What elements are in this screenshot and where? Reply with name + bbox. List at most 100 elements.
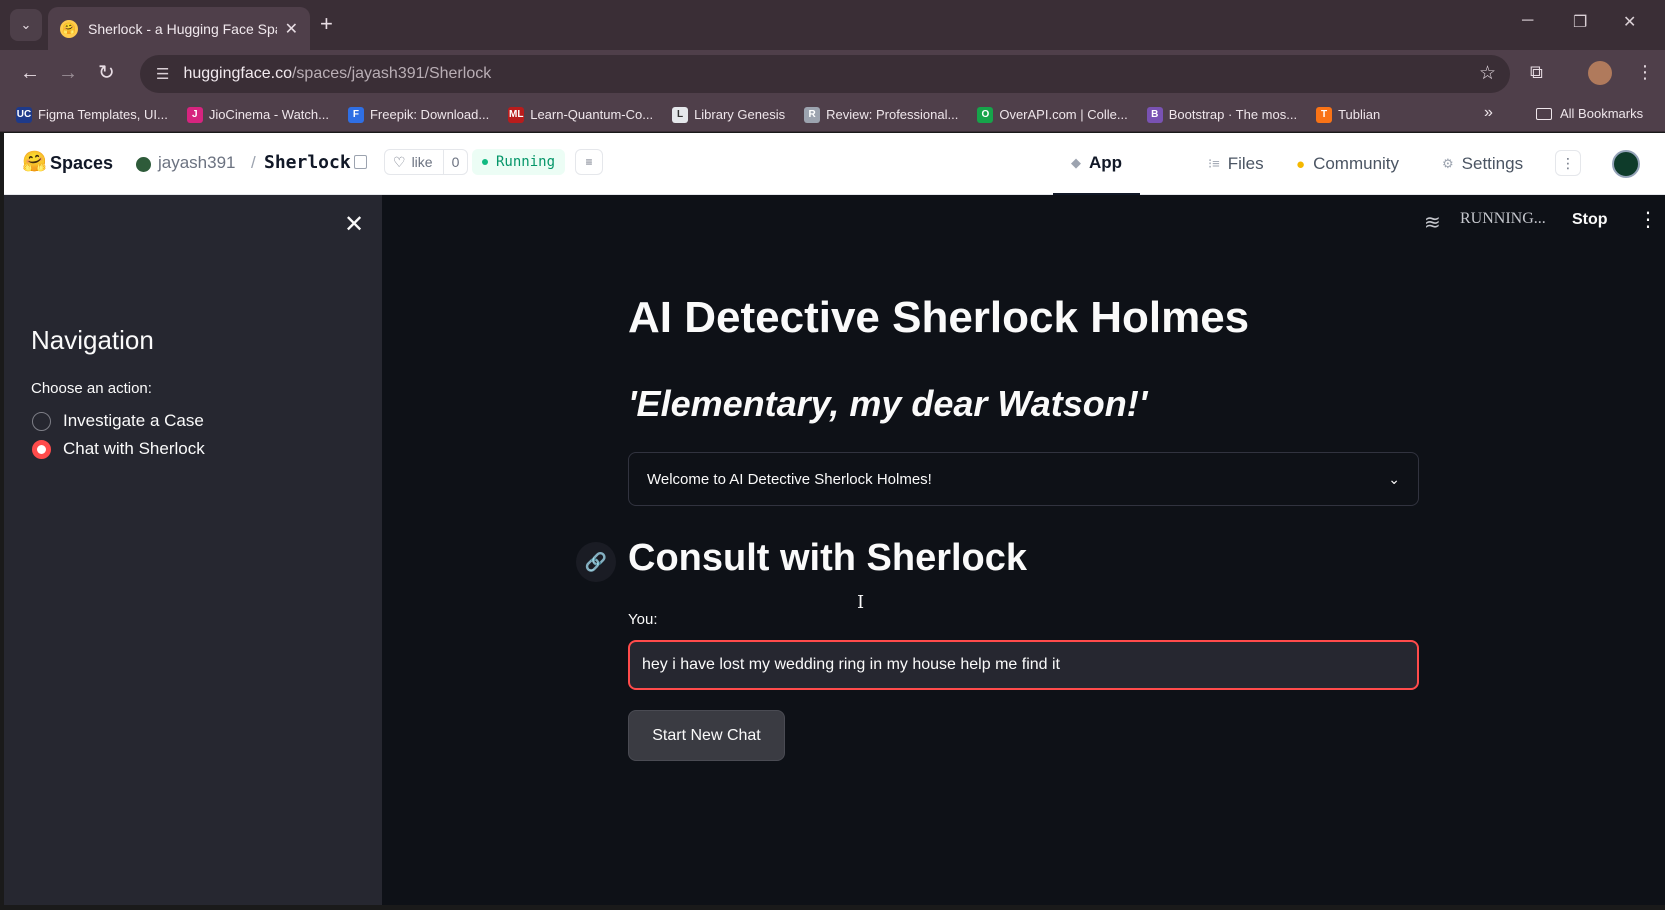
bookmark-label: Figma Templates, UI...	[38, 107, 168, 122]
input-label: You:	[628, 611, 658, 628]
bookmark-item[interactable]: L Library Genesis	[672, 106, 786, 123]
radio-chat-with-sherlock[interactable]: Chat with Sherlock	[32, 439, 205, 459]
minimize-icon[interactable]: ─	[1522, 12, 1533, 30]
link-icon[interactable]: 🔗	[576, 542, 616, 582]
bookmark-item[interactable]: UC Figma Templates, UI...	[16, 106, 168, 123]
files-icon: ⁝≡	[1208, 156, 1220, 171]
sidebar-title: Navigation	[31, 325, 154, 355]
radio-investigate-case[interactable]: Investigate a Case	[32, 411, 204, 431]
forward-icon[interactable]: →	[58, 62, 78, 84]
section-title: Consult with Sherlock	[628, 537, 1028, 579]
new-tab-button[interactable]: +	[320, 11, 333, 37]
address-bar[interactable]: ☰ huggingface.co/spaces/jayash391/Sherlo…	[140, 55, 1510, 93]
url-text: huggingface.co/spaces/jayash391/Sherlock	[183, 65, 492, 82]
bookmarks-bar: UC Figma Templates, UI... J JioCinema - Wat…	[0, 98, 1665, 132]
tab-app[interactable]: ◆ App	[1053, 133, 1141, 195]
bookmark-label: Freepik: Download...	[369, 107, 490, 122]
bookmark-item[interactable]: T Tublian	[1316, 106, 1381, 123]
folder-icon	[1536, 107, 1552, 120]
bookmark-item[interactable]: ML Learn-Quantum-Co...	[508, 106, 653, 123]
bookmark-label: Library Genesis	[694, 107, 786, 122]
running-status-text: RUNNING...	[1460, 210, 1546, 227]
bookmark-favicon-icon: ML	[508, 106, 525, 123]
profile-avatar[interactable]	[1588, 61, 1612, 85]
bookmark-favicon-icon: R	[804, 106, 821, 123]
bookmark-favicon-icon: UC	[16, 106, 32, 123]
chevron-down-icon: ⌄	[1388, 470, 1400, 487]
restore-icon[interactable]: ❐	[1573, 12, 1587, 32]
bookmark-favicon-icon: L	[672, 106, 689, 123]
gear-icon: ⚙	[1442, 156, 1454, 171]
radio-label: Investigate a Case	[63, 411, 204, 430]
logs-icon[interactable]: ≡	[575, 149, 603, 175]
running-status-badge[interactable]: Running	[472, 149, 566, 175]
text-cursor-icon: I	[857, 592, 865, 613]
tab-title: Sherlock - a Hugging Face Spac	[88, 20, 277, 37]
stop-button[interactable]: Stop	[1572, 211, 1608, 229]
bookmark-favicon-icon: T	[1316, 106, 1333, 123]
like-label: like	[411, 154, 433, 170]
tab-files-label: Files	[1227, 154, 1264, 173]
bookmark-item[interactable]: R Review: Professional...	[804, 106, 959, 123]
bookmark-item[interactable]: J JioCinema - Watch...	[186, 106, 329, 123]
app-menu-icon[interactable]: ⋮	[1638, 207, 1658, 232]
start-new-chat-button[interactable]: Start New Chat	[628, 710, 785, 761]
tab-app-label: App	[1089, 153, 1123, 172]
browser-toolbar: ← → ↻ ☰ huggingface.co/spaces/jayash391/…	[0, 50, 1665, 98]
copy-icon[interactable]	[354, 155, 367, 169]
bookmark-favicon-icon: J	[186, 106, 203, 123]
tab-close-icon[interactable]: ✕	[285, 19, 298, 39]
extensions-icon[interactable]: ⧉	[1530, 62, 1543, 83]
bookmark-item[interactable]: B Bootstrap · The mos...	[1146, 106, 1298, 123]
bookmark-label: Tublian	[1338, 107, 1381, 122]
radio-unselected-icon	[32, 411, 51, 431]
tab-search-button[interactable]: ⌄	[10, 9, 42, 41]
reload-icon[interactable]: ↻	[98, 62, 115, 84]
more-bookmarks-icon[interactable]: »	[1484, 104, 1493, 122]
all-bookmarks-button[interactable]: All Bookmarks	[1536, 106, 1643, 121]
bookmark-label: Review: Professional...	[826, 107, 959, 122]
main-content: ≋ RUNNING... Stop ⋮ AI Detective Sherloc…	[382, 195, 1665, 905]
site-info-icon[interactable]: ☰	[156, 65, 169, 83]
back-icon[interactable]: ←	[20, 62, 40, 84]
tab-community[interactable]: ● Community	[1296, 133, 1399, 195]
close-sidebar-icon[interactable]: ✕	[344, 210, 364, 239]
welcome-expander[interactable]: Welcome to AI Detective Sherlock Holmes!…	[628, 452, 1419, 506]
bookmark-favicon-icon: F	[347, 106, 364, 123]
community-icon: ●	[1296, 155, 1306, 173]
browser-tab[interactable]: 🤗 Sherlock - a Hugging Face Spac ✕	[48, 7, 310, 50]
like-count: 0	[451, 154, 460, 170]
sidebar: ✕ Navigation Choose an action: Investiga…	[4, 195, 382, 905]
bookmark-item[interactable]: F Freepik: Download...	[347, 106, 490, 123]
repo-name-link[interactable]: Sherlock	[264, 152, 351, 173]
bookmark-label: Bootstrap · The mos...	[1168, 107, 1298, 122]
user-avatar[interactable]	[1612, 150, 1640, 178]
like-button[interactable]: ♡ like 0	[384, 149, 469, 175]
hugging-face-logo-icon[interactable]: 🤗	[22, 149, 47, 174]
chat-input[interactable]	[628, 640, 1419, 690]
heart-icon: ♡	[393, 153, 406, 170]
radio-group-label: Choose an action:	[31, 380, 152, 397]
browser-menu-icon[interactable]: ⋮	[1636, 62, 1654, 83]
status-label: Running	[496, 154, 556, 170]
bookmark-item[interactable]: O OverAPI.com | Colle...	[977, 106, 1128, 123]
all-bookmarks-label: All Bookmarks	[1560, 106, 1644, 121]
tab-settings-label: Settings	[1461, 154, 1524, 173]
tab-community-label: Community	[1313, 154, 1400, 173]
hf-header: 🤗 Spaces jayash391 / Sherlock ♡ like 0 Ru…	[4, 133, 1665, 195]
page-title: AI Detective Sherlock Holmes	[628, 293, 1250, 342]
spaces-link[interactable]: Spaces	[50, 153, 113, 174]
tab-settings[interactable]: ⚙ Settings	[1442, 133, 1523, 195]
expander-title: Welcome to AI Detective Sherlock Holmes!	[647, 470, 932, 488]
bookmark-label: OverAPI.com | Colle...	[999, 107, 1128, 122]
more-options-icon[interactable]: ⋮	[1555, 150, 1581, 176]
bookmark-label: JioCinema - Watch...	[208, 107, 329, 122]
hugging-face-favicon-icon: 🤗	[60, 19, 78, 38]
running-swimmer-icon: ≋	[1424, 212, 1441, 234]
owner-avatar	[136, 157, 151, 172]
owner-link[interactable]: jayash391	[158, 153, 236, 173]
tab-files[interactable]: ⁝≡ Files	[1208, 133, 1264, 195]
bookmark-star-icon[interactable]: ☆	[1479, 62, 1496, 85]
window-close-icon[interactable]: ✕	[1623, 12, 1636, 32]
bookmark-favicon-icon: O	[977, 106, 994, 123]
